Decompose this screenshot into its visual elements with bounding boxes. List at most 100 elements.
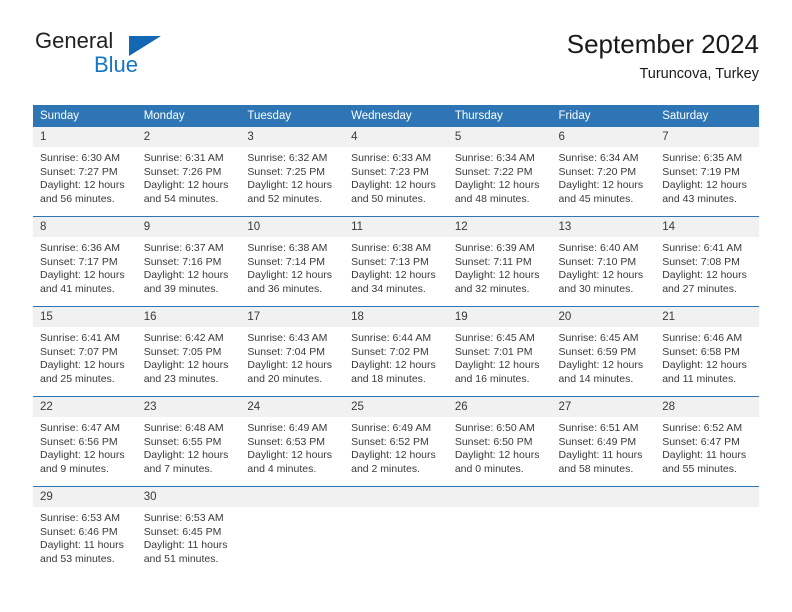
day-cell-empty — [655, 486, 759, 576]
sunrise-text: Sunrise: 6:45 AM — [454, 332, 535, 344]
day-cell[interactable]: 1 Sunrise: 6:30 AM Sunset: 7:27 PM Dayli… — [33, 127, 137, 217]
daylight-text-line2: and 56 minutes. — [40, 192, 115, 205]
daylight-text-line2: and 45 minutes. — [558, 192, 634, 205]
sunrise-text: Sunrise: 6:40 AM — [558, 242, 639, 254]
day-details: Sunrise: 6:32 AM Sunset: 7:25 PM Dayligh… — [240, 147, 344, 206]
day-cell[interactable]: 7 Sunrise: 6:35 AM Sunset: 7:19 PM Dayli… — [655, 127, 759, 217]
day-cell[interactable]: 5 Sunrise: 6:34 AM Sunset: 7:22 PM Dayli… — [447, 127, 552, 217]
day-cell[interactable]: 30 Sunrise: 6:53 AM Sunset: 6:45 PM Dayl… — [136, 486, 241, 576]
day-cell[interactable]: 14 Sunrise: 6:41 AM Sunset: 7:08 PM Dayl… — [655, 216, 759, 307]
day-cell[interactable]: 18 Sunrise: 6:44 AM Sunset: 7:02 PM Dayl… — [344, 306, 448, 397]
daylight-text-line1: Daylight: 12 hours — [351, 359, 436, 372]
daylight-text-line2: and 14 minutes. — [558, 372, 634, 385]
day-cell[interactable]: 28 Sunrise: 6:52 AM Sunset: 6:47 PM Dayl… — [655, 396, 759, 487]
daylight-text-line2: and 27 minutes. — [662, 282, 737, 295]
day-cell[interactable]: 12 Sunrise: 6:39 AM Sunset: 7:11 PM Dayl… — [447, 216, 552, 307]
daylight-text-line2: and 51 minutes. — [143, 552, 219, 565]
day-cell[interactable]: 16 Sunrise: 6:42 AM Sunset: 7:05 PM Dayl… — [136, 306, 241, 397]
day-details: Sunrise: 6:38 AM Sunset: 7:13 PM Dayligh… — [344, 237, 448, 296]
day-cell[interactable]: 20 Sunrise: 6:45 AM Sunset: 6:59 PM Dayl… — [551, 306, 656, 397]
day-cell[interactable]: 9 Sunrise: 6:37 AM Sunset: 7:16 PM Dayli… — [136, 216, 241, 307]
day-number: 20 — [551, 307, 656, 327]
sunrise-text: Sunrise: 6:50 AM — [454, 422, 535, 434]
daylight-text-line1: Daylight: 12 hours — [662, 269, 747, 282]
day-cell[interactable]: 24 Sunrise: 6:49 AM Sunset: 6:53 PM Dayl… — [240, 396, 345, 487]
title-block: September 2024 Turuncova, Turkey — [567, 28, 759, 83]
day-details: Sunrise: 6:38 AM Sunset: 7:14 PM Dayligh… — [240, 237, 344, 296]
day-details: Sunrise: 6:46 AM Sunset: 6:58 PM Dayligh… — [655, 327, 759, 386]
daylight-text-line1: Daylight: 11 hours — [558, 449, 643, 462]
daylight-text-line2: and 54 minutes. — [143, 192, 219, 205]
calendar-body: 1 Sunrise: 6:30 AM Sunset: 7:27 PM Dayli… — [33, 127, 759, 576]
daylight-text-line1: Daylight: 12 hours — [143, 449, 229, 462]
day-cell[interactable]: 23 Sunrise: 6:48 AM Sunset: 6:55 PM Dayl… — [136, 396, 241, 487]
daylight-text-line2: and 41 minutes. — [40, 282, 115, 295]
day-number — [655, 487, 759, 507]
daylight-text-line1: Daylight: 12 hours — [40, 269, 125, 282]
day-details: Sunrise: 6:49 AM Sunset: 6:53 PM Dayligh… — [240, 417, 344, 476]
sunrise-text: Sunrise: 6:43 AM — [247, 332, 328, 344]
day-number: 8 — [33, 217, 137, 237]
day-cell[interactable]: 2 Sunrise: 6:31 AM Sunset: 7:26 PM Dayli… — [136, 127, 241, 217]
day-cell[interactable]: 4 Sunrise: 6:33 AM Sunset: 7:23 PM Dayli… — [344, 127, 448, 217]
daylight-text-line2: and 30 minutes. — [558, 282, 634, 295]
day-number: 16 — [136, 307, 241, 327]
day-number — [551, 487, 656, 507]
day-cell[interactable]: 8 Sunrise: 6:36 AM Sunset: 7:17 PM Dayli… — [33, 216, 137, 307]
day-details: Sunrise: 6:31 AM Sunset: 7:26 PM Dayligh… — [137, 147, 241, 206]
day-cell[interactable]: 13 Sunrise: 6:40 AM Sunset: 7:10 PM Dayl… — [551, 216, 656, 307]
day-cell[interactable]: 26 Sunrise: 6:50 AM Sunset: 6:50 PM Dayl… — [447, 396, 552, 487]
day-details: Sunrise: 6:51 AM Sunset: 6:49 PM Dayligh… — [552, 417, 656, 476]
sunrise-text: Sunrise: 6:41 AM — [40, 332, 120, 344]
daylight-text-line1: Daylight: 12 hours — [351, 179, 436, 192]
daylight-text-line1: Daylight: 12 hours — [143, 269, 229, 282]
day-cell[interactable]: 10 Sunrise: 6:38 AM Sunset: 7:14 PM Dayl… — [240, 216, 345, 307]
sunset-text: Sunset: 7:11 PM — [454, 255, 532, 268]
day-number — [344, 487, 448, 507]
sunset-text: Sunset: 6:52 PM — [351, 435, 429, 448]
day-cell[interactable]: 27 Sunrise: 6:51 AM Sunset: 6:49 PM Dayl… — [551, 396, 656, 487]
day-cell[interactable]: 19 Sunrise: 6:45 AM Sunset: 7:01 PM Dayl… — [447, 306, 552, 397]
day-cell[interactable]: 15 Sunrise: 6:41 AM Sunset: 7:07 PM Dayl… — [33, 306, 137, 397]
day-cell[interactable]: 29 Sunrise: 6:53 AM Sunset: 6:46 PM Dayl… — [33, 486, 137, 576]
day-cell[interactable]: 21 Sunrise: 6:46 AM Sunset: 6:58 PM Dayl… — [655, 306, 759, 397]
sunrise-text: Sunrise: 6:34 AM — [558, 152, 639, 164]
day-details: Sunrise: 6:35 AM Sunset: 7:19 PM Dayligh… — [655, 147, 759, 206]
day-cell[interactable]: 6 Sunrise: 6:34 AM Sunset: 7:20 PM Dayli… — [551, 127, 656, 217]
sunrise-text: Sunrise: 6:30 AM — [40, 152, 120, 164]
day-details: Sunrise: 6:37 AM Sunset: 7:16 PM Dayligh… — [137, 237, 241, 296]
day-cell[interactable]: 25 Sunrise: 6:49 AM Sunset: 6:52 PM Dayl… — [344, 396, 448, 487]
logo-word-general: General — [35, 28, 114, 53]
sunrise-text: Sunrise: 6:44 AM — [351, 332, 432, 344]
day-cell[interactable]: 22 Sunrise: 6:47 AM Sunset: 6:56 PM Dayl… — [33, 396, 137, 487]
daylight-text-line1: Daylight: 12 hours — [558, 179, 644, 192]
weekday-header-thursday: Thursday — [447, 105, 552, 127]
weekday-header-row: Sunday Monday Tuesday Wednesday Thursday… — [33, 105, 759, 127]
day-number: 27 — [551, 397, 656, 417]
daylight-text-line1: Daylight: 11 hours — [662, 449, 747, 462]
daylight-text-line1: Daylight: 12 hours — [662, 179, 747, 192]
daylight-text-line1: Daylight: 12 hours — [558, 359, 644, 372]
day-details: Sunrise: 6:49 AM Sunset: 6:52 PM Dayligh… — [344, 417, 448, 476]
daylight-text-line2: and 23 minutes. — [143, 372, 219, 385]
daylight-text-line1: Daylight: 12 hours — [40, 449, 125, 462]
sunset-text: Sunset: 6:49 PM — [558, 435, 637, 448]
sunrise-text: Sunrise: 6:38 AM — [247, 242, 328, 254]
general-blue-logo[interactable]: General Blue — [33, 28, 223, 86]
sunset-text: Sunset: 6:59 PM — [558, 345, 637, 358]
sunrise-text: Sunrise: 6:52 AM — [662, 422, 743, 434]
daylight-text-line1: Daylight: 12 hours — [454, 179, 540, 192]
day-number: 4 — [344, 127, 448, 147]
sunset-text: Sunset: 7:25 PM — [247, 165, 326, 178]
day-details: Sunrise: 6:41 AM Sunset: 7:08 PM Dayligh… — [655, 237, 759, 296]
sunset-text: Sunset: 7:01 PM — [454, 345, 533, 358]
day-cell[interactable]: 11 Sunrise: 6:38 AM Sunset: 7:13 PM Dayl… — [344, 216, 448, 307]
sunset-text: Sunset: 6:46 PM — [40, 525, 118, 538]
day-cell[interactable]: 3 Sunrise: 6:32 AM Sunset: 7:25 PM Dayli… — [240, 127, 345, 217]
day-number: 17 — [240, 307, 345, 327]
daylight-text-line1: Daylight: 12 hours — [143, 179, 229, 192]
sunset-text: Sunset: 6:47 PM — [662, 435, 740, 448]
weekday-header-saturday: Saturday — [655, 105, 759, 127]
day-cell[interactable]: 17 Sunrise: 6:43 AM Sunset: 7:04 PM Dayl… — [240, 306, 345, 397]
day-details: Sunrise: 6:33 AM Sunset: 7:23 PM Dayligh… — [344, 147, 448, 206]
